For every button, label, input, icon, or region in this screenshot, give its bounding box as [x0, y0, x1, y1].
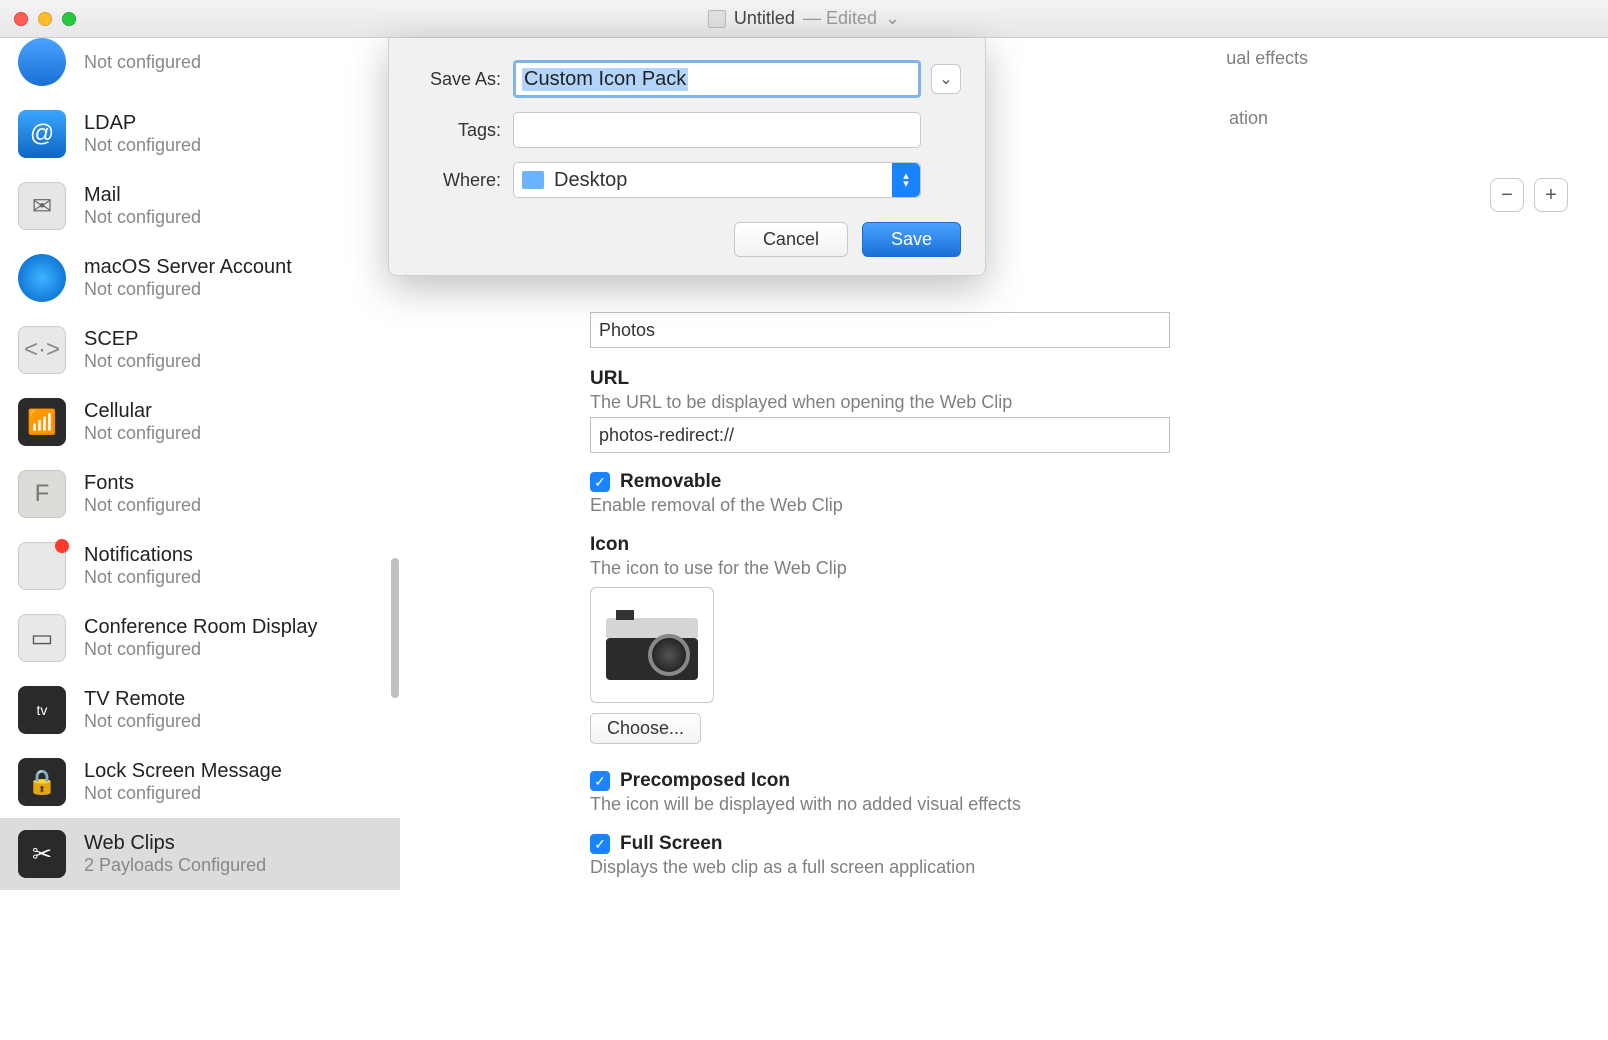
- conference-icon: ▭: [18, 614, 66, 662]
- cancel-button[interactable]: Cancel: [734, 222, 848, 257]
- where-label: Where:: [413, 170, 501, 191]
- fullscreen-checkbox[interactable]: ✓: [590, 834, 610, 854]
- sidebar-item-ldap[interactable]: @ LDAP Not configured: [0, 98, 400, 170]
- sidebar-item-sub: Not configured: [84, 135, 201, 156]
- mail-icon: ✉︎: [18, 182, 66, 230]
- sidebar-item-lockscreen[interactable]: 🔒 Lock Screen Message Not configured: [0, 746, 400, 818]
- server-icon: [18, 254, 66, 302]
- webclips-icon: ✂︎: [18, 830, 66, 878]
- sidebar-item-sub: Not configured: [84, 639, 317, 660]
- icon-well[interactable]: [590, 587, 714, 703]
- updown-icon: ▴▾: [892, 163, 920, 197]
- precomposed-desc: The icon will be displayed with no added…: [590, 794, 1608, 815]
- title-text: Untitled: [734, 8, 795, 29]
- where-value: Desktop: [554, 169, 627, 192]
- document-icon: [708, 10, 726, 28]
- badge-icon: [55, 539, 69, 553]
- save-button[interactable]: Save: [862, 222, 961, 257]
- where-select[interactable]: Desktop ▴▾: [513, 162, 921, 198]
- traffic-lights: [14, 12, 76, 26]
- sidebar-item-label: macOS Server Account: [84, 256, 292, 279]
- tvremote-icon: tv: [18, 686, 66, 734]
- cellular-icon: 📶: [18, 398, 66, 446]
- saveas-label: Save As:: [413, 69, 501, 90]
- sidebar-item-label: Cellular: [84, 400, 201, 423]
- lockscreen-icon: 🔒: [18, 758, 66, 806]
- url-label: URL: [590, 368, 1608, 390]
- close-window-button[interactable]: [14, 12, 28, 26]
- sidebar-item-label: Conference Room Display: [84, 616, 317, 639]
- edited-indicator: — Edited: [803, 8, 877, 29]
- sidebar-item-label: LDAP: [84, 112, 201, 135]
- fonts-icon: F: [18, 470, 66, 518]
- sidebar-item-label: Notifications: [84, 544, 201, 567]
- sidebar-item-cellular[interactable]: 📶 Cellular Not configured: [0, 386, 400, 458]
- sidebar-item-mail[interactable]: ✉︎ Mail Not configured: [0, 170, 400, 242]
- sidebar-item-sub: 2 Payloads Configured: [84, 855, 266, 876]
- sidebar-item-scep[interactable]: <·> SCEP Not configured: [0, 314, 400, 386]
- sidebar-item-label: Fonts: [84, 472, 201, 495]
- sidebar-item-label: Mail: [84, 184, 201, 207]
- icon-desc: The icon to use for the Web Clip: [590, 558, 1608, 579]
- sidebar-item-conference[interactable]: ▭ Conference Room Display Not configured: [0, 602, 400, 674]
- sidebar-item-sub: Not configured: [84, 207, 201, 228]
- sidebar-item-sub: Not configured: [84, 711, 201, 732]
- scep-icon: <·>: [18, 326, 66, 374]
- sidebar-item-sub: Not configured: [84, 783, 282, 804]
- ldap-icon: @: [18, 110, 66, 158]
- fullscreen-desc: Displays the web clip as a full screen a…: [590, 857, 1608, 878]
- generic-icon: [18, 38, 66, 86]
- sidebar-item-macos-server[interactable]: macOS Server Account Not configured: [0, 242, 400, 314]
- sidebar-item-sub: Not configured: [84, 351, 201, 372]
- folder-icon: [522, 171, 544, 189]
- icon-label: Icon: [590, 534, 1608, 556]
- sidebar-item-partial[interactable]: Not configured: [0, 38, 400, 98]
- sidebar-item-label: Web Clips: [84, 832, 266, 855]
- tags-input[interactable]: [513, 112, 921, 148]
- chevron-down-icon: ⌄: [885, 8, 900, 29]
- minimize-window-button[interactable]: [38, 12, 52, 26]
- camera-icon: [606, 610, 698, 680]
- remove-payload-button[interactable]: −: [1490, 178, 1524, 212]
- label-input[interactable]: [590, 312, 1170, 348]
- sidebar-item-sub: Not configured: [84, 495, 201, 516]
- sidebar-item-notifications[interactable]: Notifications Not configured: [0, 530, 400, 602]
- sidebar-item-label: Lock Screen Message: [84, 760, 282, 783]
- sidebar-item-tvremote[interactable]: tv TV Remote Not configured: [0, 674, 400, 746]
- url-desc: The URL to be displayed when opening the…: [590, 392, 1608, 413]
- titlebar: Untitled — Edited ⌄: [0, 0, 1608, 38]
- sidebar-scrollbar[interactable]: [391, 558, 399, 698]
- window-title[interactable]: Untitled — Edited ⌄: [708, 8, 900, 29]
- removable-checkbox[interactable]: ✓: [590, 472, 610, 492]
- saveas-value: Custom Icon Pack: [522, 68, 688, 91]
- removable-desc: Enable removal of the Web Clip: [590, 495, 1608, 516]
- sidebar-item-sub: Not configured: [84, 279, 292, 300]
- precomposed-checkbox[interactable]: ✓: [590, 771, 610, 791]
- sidebar-item-label: TV Remote: [84, 688, 201, 711]
- sidebar-item-label: SCEP: [84, 328, 201, 351]
- url-input[interactable]: [590, 417, 1170, 453]
- sidebar-item-sub: Not configured: [84, 567, 201, 588]
- choose-button[interactable]: Choose...: [590, 713, 701, 744]
- removable-label: Removable: [620, 471, 721, 493]
- peek-text-1: ual effects: [1226, 48, 1308, 69]
- sidebar-item-fonts[interactable]: F Fonts Not configured: [0, 458, 400, 530]
- expand-sheet-button[interactable]: ⌄: [931, 64, 961, 94]
- sidebar: Not configured @ LDAP Not configured ✉︎ …: [0, 38, 400, 1040]
- sidebar-item-sub: Not configured: [84, 52, 201, 73]
- save-sheet: Save As: Custom Icon Pack ⌄ Tags: Where:…: [388, 38, 986, 276]
- saveas-input[interactable]: Custom Icon Pack: [513, 60, 921, 98]
- add-payload-button[interactable]: +: [1534, 178, 1568, 212]
- sidebar-item-sub: Not configured: [84, 423, 201, 444]
- tags-label: Tags:: [413, 120, 501, 141]
- zoom-window-button[interactable]: [62, 12, 76, 26]
- peek-text-2: ation: [1229, 108, 1268, 129]
- sidebar-item-webclips[interactable]: ✂︎ Web Clips 2 Payloads Configured: [0, 818, 400, 890]
- fullscreen-label: Full Screen: [620, 833, 722, 855]
- precomposed-label: Precomposed Icon: [620, 770, 790, 792]
- notifications-icon: [18, 542, 66, 590]
